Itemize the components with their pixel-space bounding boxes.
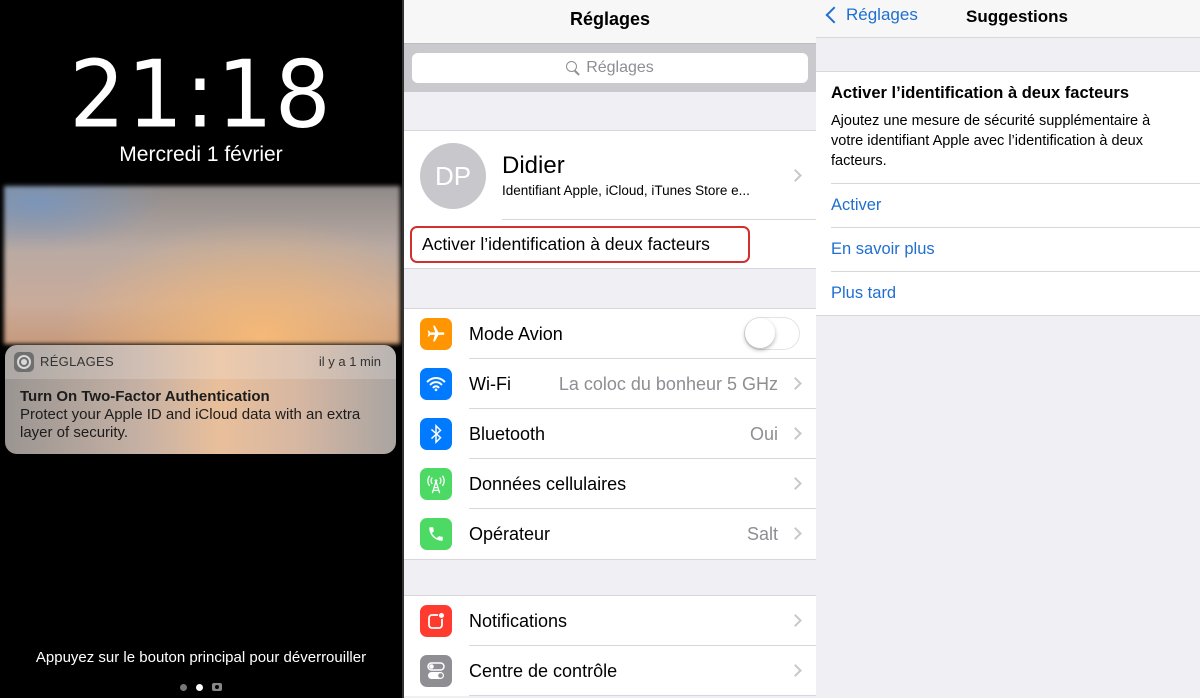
- page-title: Suggestions: [966, 7, 1069, 26]
- activate-button[interactable]: Activer: [816, 183, 1200, 227]
- avatar: DP: [420, 143, 486, 209]
- airplane-icon: [420, 318, 452, 350]
- system-group: Notifications Centre de contrôle: [404, 595, 816, 696]
- notification-body: Protect your Apple ID and iCloud data wi…: [20, 406, 361, 441]
- settings-row-wifi[interactable]: Wi-Fi La coloc du bonheur 5 GHz: [404, 359, 816, 409]
- back-button[interactable]: Réglages: [824, 5, 918, 25]
- two-factor-suggestion-row[interactable]: Activer l’identification à deux facteurs: [410, 226, 750, 263]
- row-label: Bluetooth: [469, 423, 546, 444]
- suggestion-description: Ajoutez une mesure de sécurité supplémen…: [831, 113, 1151, 169]
- page-dot-active[interactable]: [196, 683, 203, 691]
- search-icon: [566, 61, 580, 75]
- notification-app-name: RÉGLAGES: [40, 354, 114, 369]
- row-value: Oui: [749, 423, 778, 444]
- page-dot[interactable]: [180, 683, 187, 691]
- settings-gear-icon: [14, 352, 34, 372]
- learn-more-button[interactable]: En savoir plus: [816, 227, 1200, 271]
- row-label: Notifications: [469, 610, 568, 631]
- row-label: Wi-Fi: [469, 373, 511, 394]
- settings-screen: Réglages Réglages DP Didier Identifiant …: [402, 0, 816, 698]
- control-center-icon: [420, 655, 452, 687]
- profile-subtitle: Identifiant Apple, iCloud, iTunes Store …: [502, 183, 750, 198]
- page-indicator[interactable]: [0, 683, 402, 691]
- suggestion-card: Activer l’identification à deux facteurs…: [816, 71, 1200, 316]
- wifi-icon: [420, 368, 452, 400]
- row-label: Opérateur: [469, 523, 551, 544]
- chevron-left-icon: [825, 6, 843, 24]
- notification-title: Turn On Two-Factor Authentication: [20, 388, 270, 405]
- blurred-wallpaper: [4, 186, 400, 344]
- page-title: Réglages: [569, 9, 651, 29]
- bluetooth-icon: [420, 418, 452, 450]
- divider: [469, 695, 816, 696]
- chevron-right-icon: [789, 527, 802, 540]
- search-input[interactable]: Réglages: [412, 53, 808, 83]
- chevron-right-icon: [789, 477, 802, 490]
- suggestions-screen: Réglages Suggestions Activer l’identific…: [816, 0, 1200, 698]
- camera-icon[interactable]: [212, 683, 222, 691]
- notifications-icon: [420, 605, 452, 637]
- chevron-right-icon: [789, 169, 802, 182]
- chevron-right-icon: [789, 664, 802, 677]
- lock-screen: 21:18 Mercredi 1 février RÉGLAGES il y a…: [0, 0, 402, 698]
- settings-row-bluetooth[interactable]: Bluetooth Oui: [404, 409, 816, 459]
- divider: [502, 219, 816, 220]
- unlock-hint: Appuyez sur le bouton principal pour dév…: [35, 649, 367, 666]
- settings-row-airplane-mode[interactable]: Mode Avion: [404, 309, 816, 359]
- back-label: Réglages: [846, 5, 918, 24]
- profile-name: Didier: [502, 152, 565, 179]
- settings-row-cellular[interactable]: Données cellulaires: [404, 459, 816, 509]
- navigation-bar: Réglages: [404, 0, 816, 43]
- suggestion-header: Activer l’identification à deux facteurs…: [816, 72, 1200, 183]
- row-label: Données cellulaires: [469, 473, 627, 494]
- row-label: Mode Avion: [469, 323, 563, 344]
- notification-time: il y a 1 min: [318, 354, 381, 369]
- settings-row-notifications[interactable]: Notifications: [404, 596, 816, 646]
- search-bar: Réglages: [404, 43, 816, 92]
- phone-icon: [420, 518, 452, 550]
- search-placeholder: Réglages: [586, 59, 654, 76]
- airplane-mode-toggle[interactable]: [744, 317, 800, 350]
- lock-date: Mercredi 1 février: [119, 143, 283, 166]
- later-button[interactable]: Plus tard: [816, 271, 1200, 315]
- navigation-bar: Réglages Suggestions: [816, 0, 1200, 38]
- row-label: Centre de contrôle: [469, 660, 618, 681]
- row-value: La coloc du bonheur 5 GHz: [558, 373, 778, 394]
- chevron-right-icon: [789, 377, 802, 390]
- settings-row-carrier[interactable]: Opérateur Salt: [404, 509, 816, 559]
- lock-time: 21:18: [69, 40, 333, 149]
- cellular-antenna-icon: [420, 468, 452, 500]
- notification-card[interactable]: RÉGLAGES il y a 1 min Turn On Two-Factor…: [5, 345, 396, 454]
- chevron-right-icon: [789, 427, 802, 440]
- row-value: Salt: [746, 523, 778, 544]
- connectivity-group: Mode Avion Wi-Fi La coloc du bonheur 5 G…: [404, 308, 816, 560]
- chevron-right-icon: [789, 614, 802, 627]
- suggestion-title: Activer l’identification à deux facteurs: [831, 84, 1129, 102]
- settings-row-control-center[interactable]: Centre de contrôle: [404, 646, 816, 696]
- profile-group: DP Didier Identifiant Apple, iCloud, iTu…: [404, 130, 816, 269]
- notification-header: RÉGLAGES il y a 1 min: [5, 345, 396, 379]
